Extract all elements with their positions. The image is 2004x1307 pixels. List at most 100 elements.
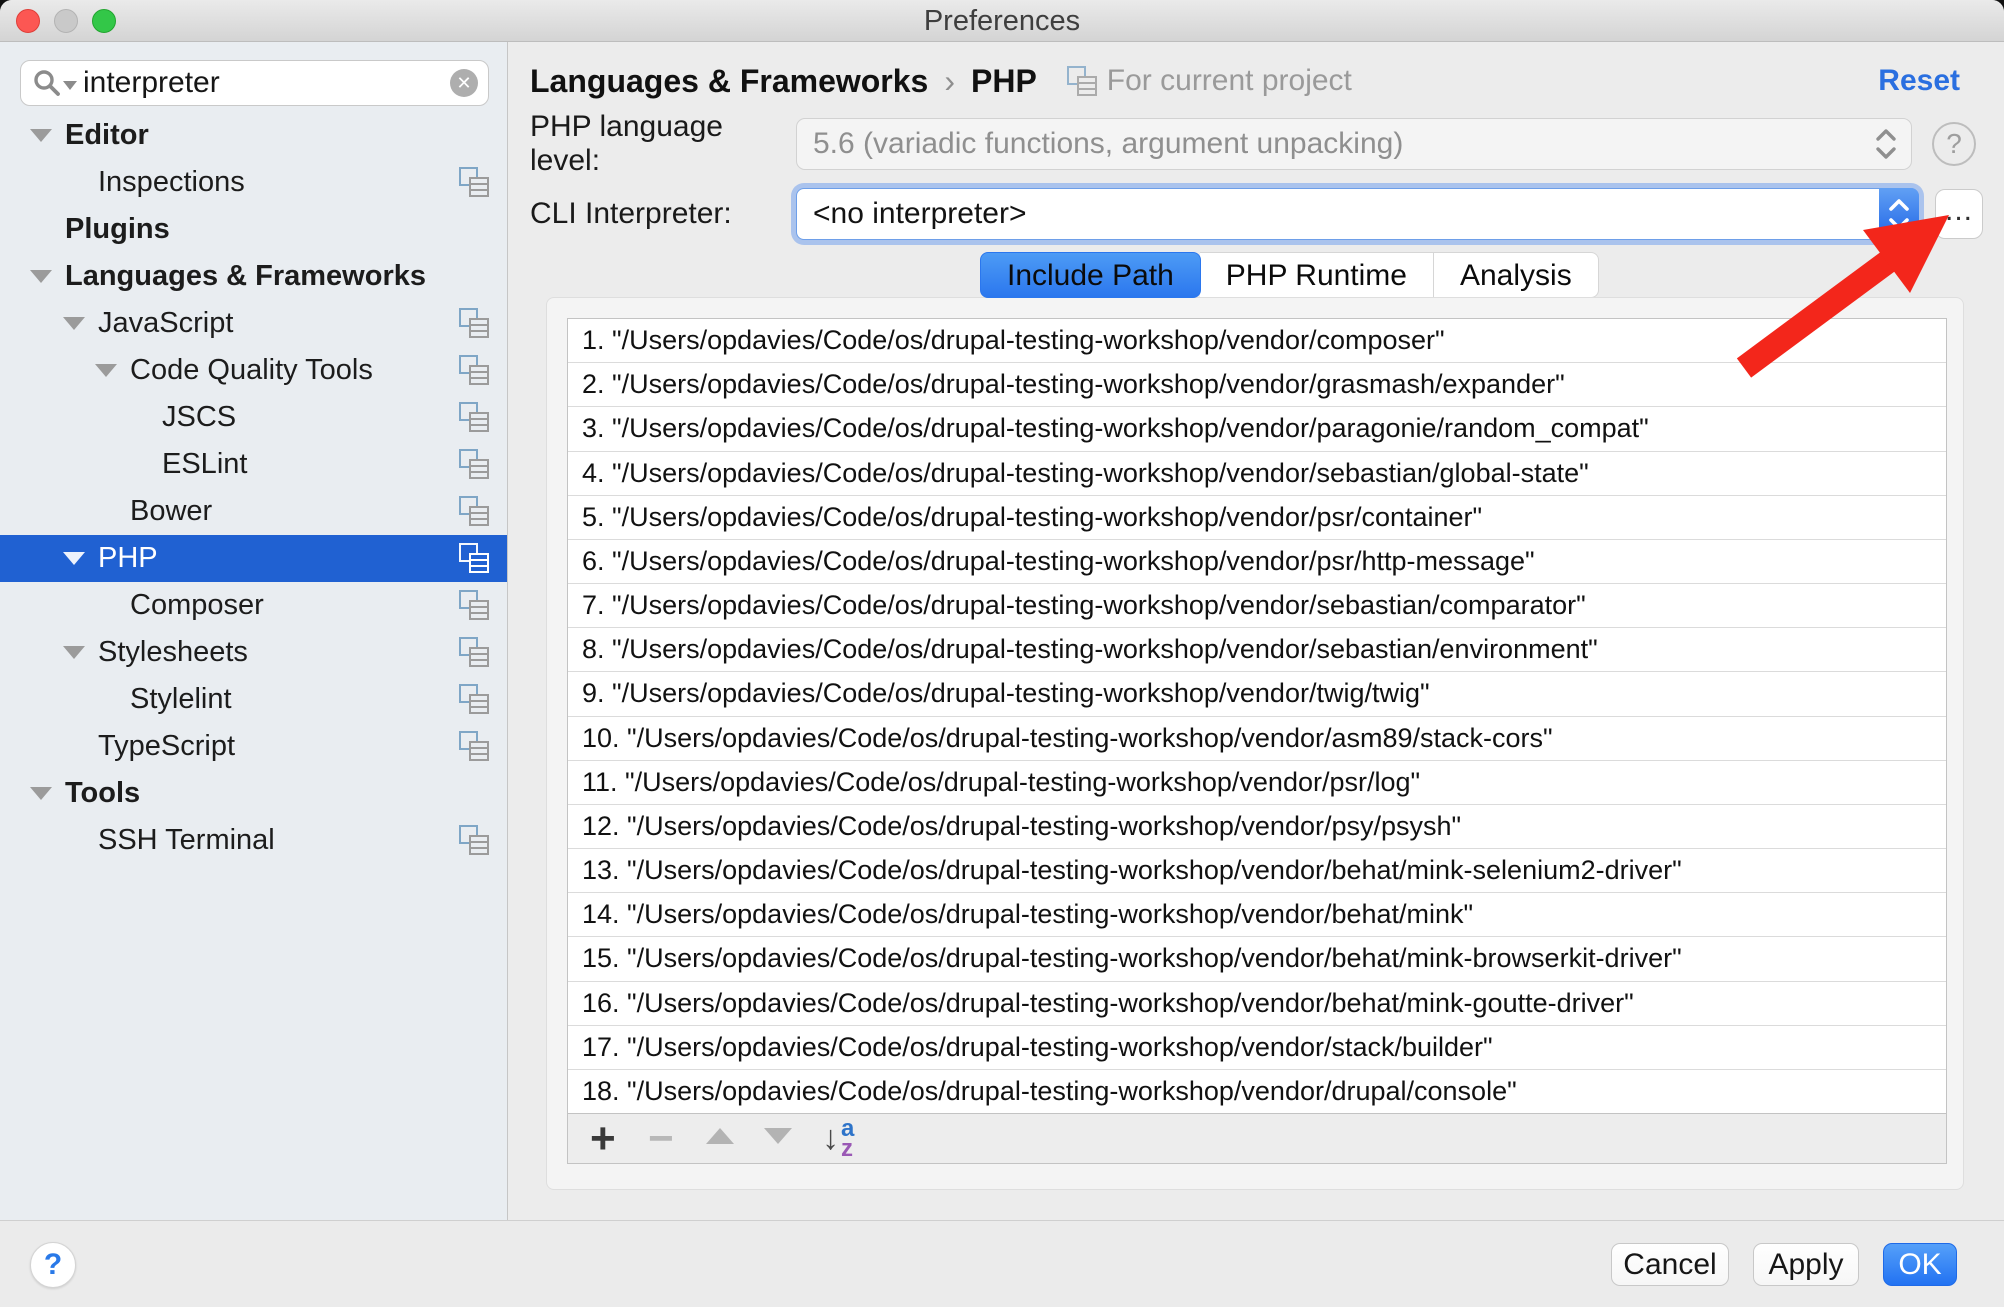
search-options-caret-icon[interactable] [63, 81, 77, 90]
disclosure-triangle-icon[interactable] [63, 646, 85, 659]
language-level-row: PHP language level: 5.6 (variadic functi… [530, 116, 1976, 172]
sidebar-item-editor[interactable]: Editor [0, 112, 507, 159]
move-up-icon[interactable] [706, 1128, 734, 1144]
include-path-row[interactable]: 12. "/Users/opdavies/Code/os/drupal-test… [568, 805, 1946, 849]
remove-path-icon[interactable]: − [648, 1117, 706, 1161]
sidebar-item-bower[interactable]: Bower [0, 488, 507, 535]
per-project-settings-icon [459, 449, 489, 479]
sidebar-item-label: Tools [65, 770, 140, 817]
include-path-row[interactable]: 18. "/Users/opdavies/Code/os/drupal-test… [568, 1070, 1946, 1113]
per-project-settings-icon [459, 355, 489, 385]
language-level-value: 5.6 (variadic functions, argument unpack… [813, 127, 1871, 161]
include-path-row[interactable]: 4. "/Users/opdavies/Code/os/drupal-testi… [568, 452, 1946, 496]
per-project-settings-icon [459, 684, 489, 714]
settings-tree: EditorInspectionsPluginsLanguages & Fram… [0, 112, 507, 864]
include-path-row[interactable]: 13. "/Users/opdavies/Code/os/drupal-test… [568, 849, 1946, 893]
include-path-row[interactable]: 6. "/Users/opdavies/Code/os/drupal-testi… [568, 540, 1946, 584]
sort-alphabetically-icon[interactable]: ↓ a z [822, 1119, 854, 1159]
sidebar-item-label: ESLint [162, 441, 247, 488]
include-path-row[interactable]: 14. "/Users/opdavies/Code/os/drupal-test… [568, 893, 1946, 937]
browse-interpreters-button[interactable]: ... [1935, 189, 1983, 239]
add-path-icon[interactable]: + [590, 1117, 648, 1161]
include-path-row[interactable]: 15. "/Users/opdavies/Code/os/drupal-test… [568, 937, 1946, 981]
sidebar-item-languages-frameworks[interactable]: Languages & Frameworks [0, 253, 507, 300]
include-path-row[interactable]: 17. "/Users/opdavies/Code/os/drupal-test… [568, 1026, 1946, 1070]
include-path-row[interactable]: 9. "/Users/opdavies/Code/os/drupal-testi… [568, 672, 1946, 716]
include-path-row[interactable]: 11. "/Users/opdavies/Code/os/drupal-test… [568, 761, 1946, 805]
sidebar-item-typescript[interactable]: TypeScript [0, 723, 507, 770]
sidebar-item-label: Plugins [65, 206, 170, 253]
sidebar-item-stylesheets[interactable]: Stylesheets [0, 629, 507, 676]
tab-include-path[interactable]: Include Path [980, 252, 1201, 298]
per-project-settings-icon [459, 496, 489, 526]
tab-analysis[interactable]: Analysis [1434, 252, 1599, 298]
per-project-settings-icon [459, 543, 489, 573]
php-settings-tabs: Include Path PHP Runtime Analysis [980, 252, 1599, 298]
reset-link[interactable]: Reset [1878, 60, 1960, 102]
tab-php-runtime[interactable]: PHP Runtime [1200, 252, 1434, 298]
scope-indicator: For current project [1067, 64, 1352, 98]
per-project-settings-icon [1067, 66, 1097, 96]
sidebar-item-label: Bower [130, 488, 212, 535]
cli-interpreter-select[interactable]: <no interpreter> [796, 188, 1919, 240]
ok-button[interactable]: OK [1883, 1243, 1957, 1286]
include-path-row[interactable]: 5. "/Users/opdavies/Code/os/drupal-testi… [568, 496, 1946, 540]
sidebar-item-label: Editor [65, 112, 149, 159]
breadcrumb-separator-icon: › [944, 63, 955, 100]
include-path-row[interactable]: 16. "/Users/opdavies/Code/os/drupal-test… [568, 982, 1946, 1026]
disclosure-triangle-icon[interactable] [63, 552, 85, 565]
sidebar-item-label: SSH Terminal [98, 817, 275, 864]
include-path-row[interactable]: 7. "/Users/opdavies/Code/os/drupal-testi… [568, 584, 1946, 628]
sidebar-item-ssh-terminal[interactable]: SSH Terminal [0, 817, 507, 864]
include-path-row[interactable]: 2. "/Users/opdavies/Code/os/drupal-testi… [568, 363, 1946, 407]
settings-sidebar: ✕ EditorInspectionsPluginsLanguages & Fr… [0, 42, 508, 1220]
clear-search-icon[interactable]: ✕ [450, 69, 478, 97]
sidebar-item-php[interactable]: PHP [0, 535, 507, 582]
search-input[interactable] [83, 66, 450, 100]
apply-button[interactable]: Apply [1753, 1243, 1859, 1286]
sidebar-item-label: Code Quality Tools [130, 347, 373, 394]
sidebar-item-label: PHP [98, 535, 158, 582]
disclosure-triangle-icon[interactable] [95, 364, 117, 377]
language-level-label: PHP language level: [530, 110, 796, 178]
stepper-icon [1871, 128, 1901, 160]
titlebar: Preferences [0, 0, 2004, 42]
sidebar-item-tools[interactable]: Tools [0, 770, 507, 817]
sidebar-item-label: Composer [130, 582, 264, 629]
language-level-help-icon[interactable]: ? [1932, 122, 1976, 166]
disclosure-triangle-icon[interactable] [30, 787, 52, 800]
sidebar-item-plugins[interactable]: Plugins [0, 206, 507, 253]
per-project-settings-icon [459, 637, 489, 667]
include-path-row[interactable]: 10. "/Users/opdavies/Code/os/drupal-test… [568, 717, 1946, 761]
breadcrumb-root[interactable]: Languages & Frameworks [530, 63, 928, 100]
include-path-row[interactable]: 1. "/Users/opdavies/Code/os/drupal-testi… [568, 319, 1946, 363]
sidebar-item-composer[interactable]: Composer [0, 582, 507, 629]
sidebar-item-jscs[interactable]: JSCS [0, 394, 507, 441]
include-path-row[interactable]: 8. "/Users/opdavies/Code/os/drupal-testi… [568, 628, 1946, 672]
cli-interpreter-row: CLI Interpreter: <no interpreter> ... [530, 184, 1983, 244]
scope-label: For current project [1107, 64, 1352, 98]
sidebar-item-eslint[interactable]: ESLint [0, 441, 507, 488]
sidebar-item-label: JSCS [162, 394, 236, 441]
include-path-panel: 1. "/Users/opdavies/Code/os/drupal-testi… [546, 297, 1964, 1190]
list-toolbar: + − ↓ a z [568, 1113, 1946, 1163]
sidebar-item-label: Stylesheets [98, 629, 248, 676]
sidebar-item-javascript[interactable]: JavaScript [0, 300, 507, 347]
sidebar-item-stylelint[interactable]: Stylelint [0, 676, 507, 723]
include-path-row[interactable]: 3. "/Users/opdavies/Code/os/drupal-testi… [568, 407, 1946, 451]
sidebar-item-inspections[interactable]: Inspections [0, 159, 507, 206]
settings-search-box[interactable]: ✕ [20, 60, 489, 106]
move-down-icon[interactable] [764, 1128, 792, 1144]
sidebar-item-code-quality-tools[interactable]: Code Quality Tools [0, 347, 507, 394]
disclosure-triangle-icon[interactable] [30, 129, 52, 142]
help-button[interactable]: ? [30, 1242, 76, 1288]
per-project-settings-icon [459, 825, 489, 855]
include-path-list: 1. "/Users/opdavies/Code/os/drupal-testi… [568, 319, 1946, 1113]
disclosure-triangle-icon[interactable] [63, 317, 85, 330]
cancel-button[interactable]: Cancel [1611, 1243, 1729, 1286]
disclosure-triangle-icon[interactable] [30, 270, 52, 283]
preferences-window: Preferences ✕ EditorInspectionsPluginsLa… [0, 0, 2004, 1307]
stepper-icon [1879, 188, 1919, 240]
breadcrumb-leaf: PHP [971, 63, 1037, 100]
language-level-select[interactable]: 5.6 (variadic functions, argument unpack… [796, 118, 1912, 170]
